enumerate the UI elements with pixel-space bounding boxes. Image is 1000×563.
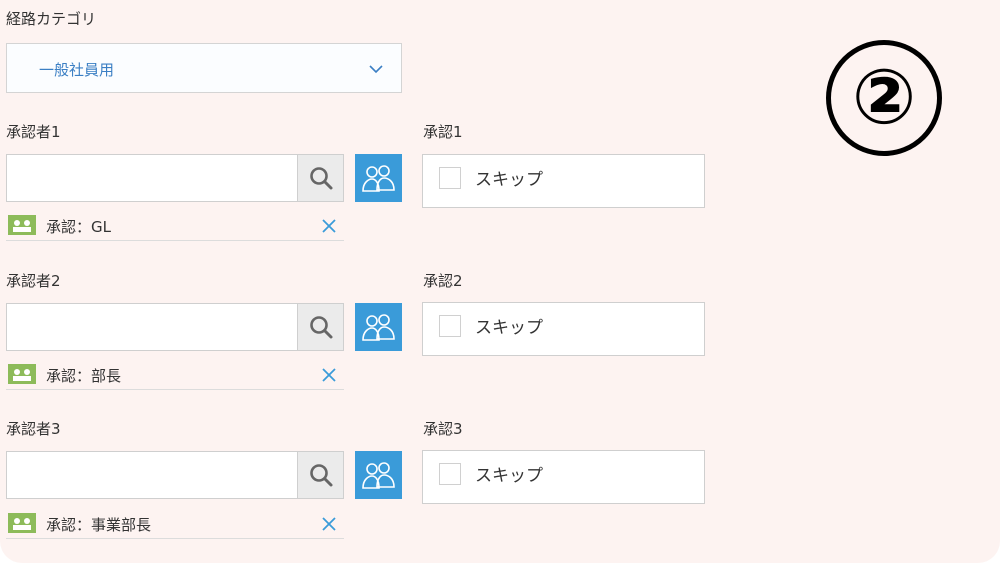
search-button[interactable]: [297, 451, 344, 499]
organization-icon: [362, 462, 395, 489]
approval-route-panel: 経路カテゴリ 一般社員用 ② 承認者1 承認1 スキップ 承認：GL 承認者2 …: [0, 0, 1000, 563]
skip-checkbox[interactable]: [439, 167, 461, 189]
group-avatar-icon: [8, 215, 36, 235]
approver-input[interactable]: [6, 451, 298, 499]
approver-input[interactable]: [6, 303, 298, 351]
skip-option[interactable]: スキップ: [422, 154, 705, 208]
close-icon[interactable]: [322, 517, 336, 531]
search-icon: [310, 464, 333, 487]
search-button[interactable]: [297, 303, 344, 351]
search-button[interactable]: [297, 154, 344, 202]
org-select-button[interactable]: [355, 303, 402, 351]
skip-text: スキップ: [475, 318, 543, 338]
approver-label: 承認者2: [6, 272, 61, 290]
skip-step-label: 承認2: [423, 272, 463, 290]
route-category-value: 一般社員用: [39, 61, 115, 79]
chip-label: 承認：GL: [46, 218, 111, 236]
chevron-down-icon: [369, 65, 383, 74]
group-avatar-icon: [8, 513, 36, 533]
organization-icon: [362, 314, 395, 341]
search-icon: [310, 316, 333, 339]
skip-text: スキップ: [475, 170, 543, 190]
route-category-select[interactable]: 一般社員用: [6, 43, 402, 93]
selected-approver-chip: 承認：部長: [6, 360, 344, 390]
close-icon[interactable]: [322, 219, 336, 233]
approver-label: 承認者3: [6, 420, 61, 438]
org-select-button[interactable]: [355, 154, 402, 202]
org-select-button[interactable]: [355, 451, 402, 499]
skip-checkbox[interactable]: [439, 315, 461, 337]
organization-icon: [362, 165, 395, 192]
selected-approver-chip: 承認：GL: [6, 211, 344, 241]
approver-label: 承認者1: [6, 123, 61, 141]
skip-checkbox[interactable]: [439, 463, 461, 485]
search-icon: [310, 167, 333, 190]
skip-step-label: 承認3: [423, 420, 463, 438]
skip-text: スキップ: [475, 466, 543, 486]
skip-step-label: 承認1: [423, 123, 463, 141]
route-category-label: 経路カテゴリ: [6, 10, 97, 28]
skip-option[interactable]: スキップ: [422, 302, 705, 356]
close-icon[interactable]: [322, 368, 336, 382]
step-number-badge: ②: [826, 40, 942, 156]
chip-label: 承認：部長: [46, 367, 122, 385]
group-avatar-icon: [8, 364, 36, 384]
approver-input[interactable]: [6, 154, 298, 202]
skip-option[interactable]: スキップ: [422, 450, 705, 504]
selected-approver-chip: 承認：事業部長: [6, 509, 344, 539]
chip-label: 承認：事業部長: [46, 516, 152, 534]
